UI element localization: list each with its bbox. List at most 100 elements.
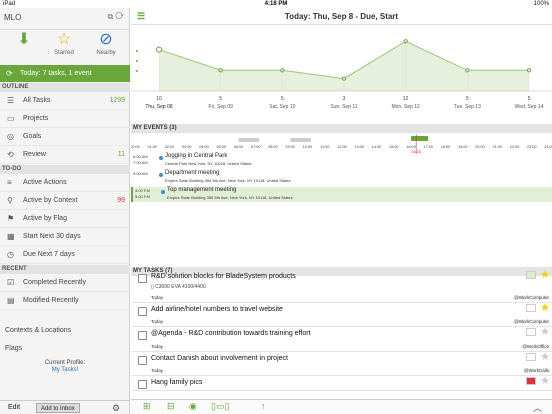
star-icon[interactable]: ★ xyxy=(540,325,550,338)
timeline-hour-label: 11:00 xyxy=(320,145,329,149)
chart-legend-dot xyxy=(136,60,138,62)
page-title: Today: Thu, Sep 8 - Due, Start xyxy=(284,12,399,21)
outline-header: OUTLINE xyxy=(0,83,130,92)
event-dot-icon xyxy=(161,190,165,194)
app-window: { "status": {"carrier": "iPad", "time": … xyxy=(0,0,552,414)
timeline-current-event xyxy=(411,136,429,141)
chart-value-label: 5 xyxy=(466,96,469,102)
edit-button[interactable]: Edit xyxy=(8,401,20,414)
inbox-filter-button[interactable]: ⬇ xyxy=(6,30,42,64)
sidebar-item-contexts[interactable]: Contexts & Locations xyxy=(0,322,130,340)
add-subtask-icon[interactable]: ⊟ xyxy=(167,401,175,412)
menu-icon[interactable]: ☰ xyxy=(137,8,145,25)
chart-point xyxy=(218,68,223,73)
task-checkbox[interactable] xyxy=(138,331,147,340)
eye-icon[interactable]: ◉ xyxy=(189,401,197,412)
timeline-hour-label: 22:00 xyxy=(510,145,520,149)
timeline-hour-label: 16:00 xyxy=(406,145,416,149)
nearby-filter-button[interactable]: ⊘ Nearby xyxy=(88,30,124,64)
star-icon[interactable]: ★ xyxy=(540,268,550,281)
sync-icon[interactable]: ⧉ ⟳ xyxy=(107,12,124,22)
flag-icon[interactable] xyxy=(526,377,536,385)
task-row[interactable]: R&D solution blocks for BladeSystem prod… xyxy=(131,268,552,303)
target-icon: ◎ xyxy=(7,132,14,141)
timeline-hour-label: 02:00 xyxy=(165,145,175,149)
timeline-hour-label: 08:00 xyxy=(268,145,278,149)
arrow-up-icon[interactable]: ↑ xyxy=(261,401,266,411)
sidebar-item-due-next-7[interactable]: ◷ Due Next 7 days xyxy=(0,246,130,264)
refresh-icon: ⟳ xyxy=(6,69,13,78)
sidebar-item-active-by-flag[interactable]: ⚑ Active by Flag xyxy=(0,210,130,228)
sidebar-item-start-next-30[interactable]: ▦ Start Next 30 days xyxy=(0,228,130,246)
main-toolbar: ⊞ ⊟ ◉ ▯▭▯ ↑ ︿ xyxy=(131,399,552,414)
chart-category-label: Sat, Sep 10 xyxy=(269,104,295,110)
profile-label: Current Profile: xyxy=(44,360,86,366)
chart-category-label: Mon, Sep 12 xyxy=(391,104,420,110)
chart-category-label: Fri, Sep 09 xyxy=(208,104,233,110)
task-checkbox[interactable] xyxy=(138,380,147,389)
sidebar-item-review[interactable]: ⟲ Review 11 xyxy=(0,146,130,164)
battery-label: 100% xyxy=(533,1,549,7)
chart-point xyxy=(403,39,408,44)
task-title: @Agenda - R&D contribution towards train… xyxy=(151,330,311,337)
flag-icon[interactable] xyxy=(526,328,536,336)
flag-icon: ⚑ xyxy=(7,214,15,223)
star-icon[interactable]: ★ xyxy=(540,374,550,387)
gear-icon[interactable]: ⚙ xyxy=(112,401,120,414)
chart-legend-dot xyxy=(136,70,138,72)
timeline-hour-label: 12:00 xyxy=(337,145,347,149)
checkbox-icon: ☑ xyxy=(7,278,15,287)
sidebar-item-projects[interactable]: ▭ Projects xyxy=(0,110,130,128)
event-row[interactable]: 6:00 AM 7:00 AM Jogging in Central Park Ce… xyxy=(131,153,552,168)
flag-icon[interactable] xyxy=(526,304,536,312)
add-to-inbox-button[interactable]: Add to Inbox xyxy=(36,403,80,413)
event-row[interactable]: 4:00 PM 5:00 PM Top management meeting Emp… xyxy=(131,187,552,202)
starred-filter-button[interactable]: ☆ Starred xyxy=(46,30,82,64)
action-buttons-icon[interactable]: ▯▭▯ xyxy=(211,401,229,412)
sidebar-item-active-actions[interactable]: ≡ Active Actions xyxy=(0,174,130,192)
task-due: Today xyxy=(151,344,164,349)
timeline-hour-label: 23:00 xyxy=(527,145,537,149)
sidebar-item-completed-recently[interactable]: ☑ Completed Recently xyxy=(0,274,130,292)
today-summary-button[interactable]: ⟳ Today: 7 tasks, 1 event xyxy=(0,65,130,82)
sidebar-item-all-tasks[interactable]: ☰ All Tasks 1299 xyxy=(0,92,130,110)
task-checkbox[interactable] xyxy=(138,307,147,316)
timeline-hour-label: 19:00 xyxy=(458,145,468,149)
task-checkbox[interactable] xyxy=(138,274,147,283)
event-row[interactable]: 9:00 AM Department meeting Empire State Bu… xyxy=(131,170,552,185)
task-row[interactable]: Add airline/hotel numbers to travel webs… xyxy=(131,301,552,327)
sidebar-item-active-by-context[interactable]: ⚲ Active by Context 99 xyxy=(0,192,130,210)
task-row[interactable]: Hang family pics ★ xyxy=(131,374,552,391)
chart-point xyxy=(156,46,162,53)
flag-icon[interactable] xyxy=(526,271,536,279)
sidebar-item-flags[interactable]: Flags xyxy=(0,340,130,358)
task-row[interactable]: @Agenda - R&D contribution towards train… xyxy=(131,325,552,352)
event-time: 9:00 AM xyxy=(133,171,148,176)
calendar-icon: ▦ xyxy=(7,232,15,241)
day-timeline: 00:00 01:00 02:00 03:00 04:00 05:00 06:00 07:00… xyxy=(131,134,552,154)
task-title: Hang family pics xyxy=(151,379,203,386)
task-row[interactable]: Contact Danish about involvement in proj… xyxy=(131,350,552,376)
sidebar-item-goals[interactable]: ◎ Goals xyxy=(0,128,130,146)
main-panel: ☰ Today: Thu, Sep 8 - Due, Start 10 Thu, … xyxy=(131,8,552,414)
sidebar: MLO ⧉ ⟳ ⬇ ☆ Starred ⊘ Nearby ⟳ Today: 7 … xyxy=(0,8,130,414)
star-icon[interactable]: ★ xyxy=(540,301,550,314)
flag-icon[interactable] xyxy=(526,353,536,361)
profile-link[interactable]: My Tasks! xyxy=(0,367,130,373)
events-header: MY EVENTS (3) xyxy=(131,124,552,133)
event-title: Department meeting xyxy=(165,170,220,176)
main-header: ☰ Today: Thu, Sep 8 - Due, Start xyxy=(131,8,552,25)
timeline-hour-label: 07:00 xyxy=(251,145,261,149)
event-time: 4:00 PM xyxy=(135,188,150,193)
actions-icon: ≡ xyxy=(7,178,12,187)
task-checkbox[interactable] xyxy=(138,356,147,365)
sidebar-item-modified-recently[interactable]: ▤ Modified Recently xyxy=(0,292,130,310)
add-task-icon[interactable]: ⊞ xyxy=(143,401,151,412)
chart-value-label: 5 xyxy=(281,96,284,102)
star-icon[interactable]: ★ xyxy=(540,350,550,363)
chart-value-label: 5 xyxy=(528,96,531,102)
today-summary-label: Today: 7 tasks, 1 event xyxy=(20,70,92,77)
chart-point xyxy=(341,76,347,81)
task-subtitle: ▯ C3000 EVA 4100/4400 xyxy=(151,284,206,290)
collapse-icon[interactable]: ︿ xyxy=(533,401,542,414)
